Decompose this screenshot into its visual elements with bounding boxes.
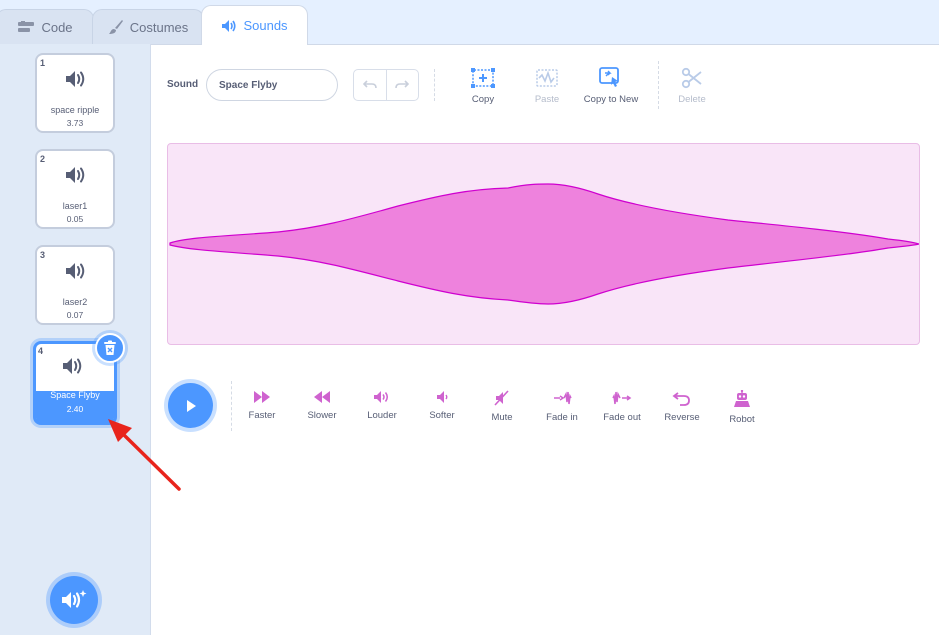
copy-to-new-icon xyxy=(599,67,619,87)
copy-to-new-label: Copy to New xyxy=(583,94,639,105)
scissors-icon xyxy=(681,67,702,89)
sound-duration: 3.73 xyxy=(66,118,84,128)
reverse-icon xyxy=(672,392,690,406)
sound-name: Space Flyby xyxy=(50,390,100,400)
sound-name: laser1 xyxy=(62,201,88,211)
speaker-icon xyxy=(222,19,237,32)
sound-name: space ripple xyxy=(50,105,100,115)
code-icon xyxy=(18,21,35,32)
softer-icon xyxy=(437,391,448,403)
brush-icon xyxy=(108,20,123,34)
fade-out-icon xyxy=(612,391,632,405)
sound-name: laser2 xyxy=(62,297,88,307)
louder-icon xyxy=(374,391,388,403)
effect-label: Slower xyxy=(307,410,337,421)
speaker-icon xyxy=(66,167,85,183)
effect-slower-button[interactable]: Slower xyxy=(292,390,352,421)
sound-number: 4 xyxy=(38,346,44,356)
sound-number: 1 xyxy=(40,58,46,68)
effect-faster-button[interactable]: Faster xyxy=(232,390,292,421)
effect-label: Faster xyxy=(248,410,276,421)
redo-icon xyxy=(395,80,410,89)
sound-number: 3 xyxy=(40,250,46,260)
tab-costumes-label: Costumes xyxy=(129,19,189,35)
trash-icon xyxy=(104,340,116,355)
sound-tile-4-selected[interactable]: 4 Space Flyby 2.40 xyxy=(33,333,125,425)
sound-tile-3[interactable]: 3 laser2 0.07 xyxy=(35,245,115,325)
play-icon xyxy=(186,399,196,412)
speaker-icon xyxy=(66,263,85,279)
paste-label: Paste xyxy=(534,94,560,105)
sound-duration: 0.07 xyxy=(66,310,84,320)
sound-name-input[interactable] xyxy=(206,69,338,101)
paste-button[interactable]: Paste xyxy=(512,67,582,105)
editor-tabs: Code Costumes Sounds xyxy=(0,0,939,45)
effect-robot-button[interactable]: Robot xyxy=(712,390,772,425)
play-button[interactable] xyxy=(168,383,213,428)
undo-redo-group xyxy=(353,69,419,101)
delete-button[interactable]: Delete xyxy=(657,67,727,105)
sound-editor: Sound Copy xyxy=(151,44,939,635)
waveform xyxy=(169,183,919,305)
copy-icon xyxy=(471,68,495,88)
effect-label: Softer xyxy=(429,410,455,421)
effect-label: Louder xyxy=(367,410,397,421)
tab-code[interactable]: Code xyxy=(0,9,94,44)
effect-label: Robot xyxy=(729,414,755,425)
effect-label: Fade out xyxy=(603,412,641,423)
copy-label: Copy xyxy=(471,94,495,105)
copy-button[interactable]: Copy xyxy=(448,67,518,105)
effect-label: Mute xyxy=(491,412,513,423)
toolbar-divider xyxy=(434,69,435,101)
sound-list-sidebar: 1 space ripple 3.73 2 laser1 0.05 3 lase… xyxy=(0,44,151,635)
speaker-icon xyxy=(66,71,85,87)
effect-fade-in-button[interactable]: Fade in xyxy=(532,390,592,423)
effect-mute-button[interactable]: Mute xyxy=(472,390,532,423)
tab-costumes[interactable]: Costumes xyxy=(92,9,204,44)
effect-label: Reverse xyxy=(664,412,700,423)
effect-fade-out-button[interactable]: Fade out xyxy=(592,390,652,423)
redo-button[interactable] xyxy=(387,70,419,100)
undo-button[interactable] xyxy=(354,70,387,100)
effect-louder-button[interactable]: Louder xyxy=(352,390,412,421)
paste-icon xyxy=(536,69,558,87)
tab-sounds-label: Sounds xyxy=(243,18,288,33)
sound-duration: 2.40 xyxy=(66,404,84,414)
delete-label: Delete xyxy=(678,94,706,105)
speaker-icon xyxy=(63,358,82,374)
mute-icon xyxy=(494,390,509,406)
copy-to-new-button[interactable]: Copy to New xyxy=(576,67,646,105)
undo-icon xyxy=(362,80,377,89)
sound-tile-1[interactable]: 1 space ripple 3.73 xyxy=(35,53,115,133)
effect-label: Fade in xyxy=(546,412,578,423)
sound-duration: 0.05 xyxy=(66,214,84,224)
waveform-display[interactable] xyxy=(167,143,920,345)
fade-in-icon xyxy=(554,391,572,405)
delete-sound-button[interactable] xyxy=(95,333,125,363)
choose-sound-button[interactable] xyxy=(50,576,98,624)
effect-reverse-button[interactable]: Reverse xyxy=(652,390,712,423)
robot-icon xyxy=(734,390,750,407)
tab-sounds[interactable]: Sounds xyxy=(201,5,308,45)
faster-icon xyxy=(254,391,270,403)
sound-tile-2[interactable]: 2 laser1 0.05 xyxy=(35,149,115,229)
sound-name-label: Sound xyxy=(167,79,199,90)
slower-icon xyxy=(314,391,330,403)
add-sound-icon xyxy=(62,590,87,608)
tab-code-label: Code xyxy=(41,19,73,35)
sound-number: 2 xyxy=(40,154,46,164)
effect-softer-button[interactable]: Softer xyxy=(412,390,472,421)
